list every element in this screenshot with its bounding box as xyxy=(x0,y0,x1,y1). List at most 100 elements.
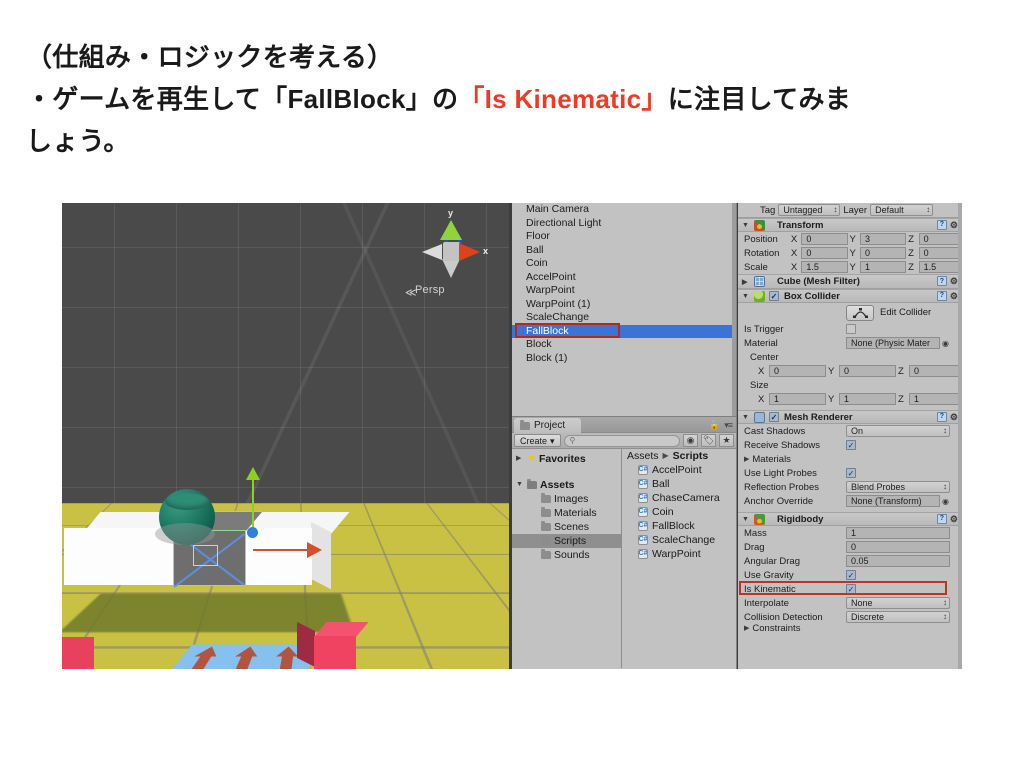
panel-menu-icon[interactable]: ▾≡ xyxy=(724,420,733,431)
project-asset-item-warppoint[interactable]: C# WarpPoint xyxy=(622,547,736,561)
axis-gizmo-x-cone[interactable] xyxy=(459,243,480,261)
accel-point-pad[interactable] xyxy=(170,644,311,669)
project-asset-item-coin[interactable]: C# Coin xyxy=(622,505,736,519)
hierarchy-item-warppoint[interactable]: WarpPoint xyxy=(512,284,736,298)
rotation-z-field[interactable]: 0 xyxy=(918,247,962,259)
foldout-triangle-icon[interactable]: ▼ xyxy=(516,478,524,492)
project-tree-item-favorites[interactable]: ▶ ★ Favorites xyxy=(512,452,621,466)
hierarchy-item-block[interactable]: Block xyxy=(512,338,736,352)
move-gizmo-y-axis[interactable] xyxy=(252,475,254,531)
foldout-triangle-icon[interactable]: ▶ xyxy=(742,278,750,286)
create-button[interactable]: Create ▾ xyxy=(514,434,561,447)
rotation-y-field[interactable]: 0 xyxy=(859,247,907,259)
project-asset-item-scalechange[interactable]: C# ScaleChange xyxy=(622,533,736,547)
project-asset-item-ball[interactable]: C# Ball xyxy=(622,477,736,491)
tag-dropdown[interactable]: Untagged xyxy=(778,204,841,216)
inspector-scrollbar[interactable] xyxy=(958,203,962,669)
help-icon[interactable]: ? xyxy=(936,290,947,301)
use-light-probes-checkbox[interactable]: ✓ xyxy=(846,468,856,478)
is-kinematic-checkbox[interactable]: ✓ xyxy=(846,584,856,594)
object-picker-icon[interactable]: ◉ xyxy=(942,497,949,506)
axis-gizmo-y-cone[interactable] xyxy=(440,220,462,240)
foldout-triangle-icon[interactable]: ▼ xyxy=(742,222,750,229)
tab-project[interactable]: Project xyxy=(514,418,582,433)
is-trigger-checkbox[interactable]: ✓ xyxy=(846,324,856,334)
hierarchy-item-warppoint-1[interactable]: WarpPoint (1) xyxy=(512,298,736,312)
hierarchy-item-fallblock[interactable]: FallBlock xyxy=(512,324,736,338)
gear-icon[interactable]: ⚙ xyxy=(950,412,958,423)
cast-shadows-dropdown[interactable]: On xyxy=(846,425,950,437)
center-x-field[interactable]: 0 xyxy=(769,365,826,377)
project-tree-item-sounds[interactable]: Sounds xyxy=(512,548,621,562)
hierarchy-item-scalechange[interactable]: ScaleChange xyxy=(512,311,736,325)
reflection-probes-dropdown[interactable]: Blend Probes xyxy=(846,481,950,493)
foldout-triangle-icon[interactable]: ▼ xyxy=(742,293,750,300)
component-header-box-collider[interactable]: ▼ ✓ Box Collider ? ⚙ xyxy=(738,289,962,303)
project-asset-item-fallblock[interactable]: C# FallBlock xyxy=(622,519,736,533)
red-block-right[interactable] xyxy=(314,636,356,669)
scale-z-field[interactable]: 1.5 xyxy=(918,261,962,273)
scene-view[interactable]: y x ≪ Persp xyxy=(62,203,509,669)
filter-by-label-icon[interactable]: 🏷 xyxy=(701,434,716,447)
gear-icon[interactable]: ⚙ xyxy=(950,291,958,302)
foldout-triangle-icon[interactable]: ▼ xyxy=(742,516,750,523)
collision-detection-dropdown[interactable]: Discrete xyxy=(846,611,950,623)
position-x-field[interactable]: 0 xyxy=(801,233,848,245)
gear-icon[interactable]: ⚙ xyxy=(950,514,958,525)
hierarchy-item-accelpoint[interactable]: AccelPoint xyxy=(512,271,736,285)
use-gravity-checkbox[interactable]: ✓ xyxy=(846,570,856,580)
lock-icon[interactable]: 🔒 xyxy=(709,420,720,431)
hierarchy-item-main-camera[interactable]: Main Camera xyxy=(512,203,736,217)
project-asset-item-accelpoint[interactable]: C# AccelPoint xyxy=(622,463,736,477)
breadcrumb-item-assets[interactable]: Assets xyxy=(627,449,659,463)
foldout-triangle-icon[interactable]: ▶ xyxy=(516,452,524,466)
component-header-transform[interactable]: ▼ Transform ? ⚙ xyxy=(738,218,962,232)
gear-icon[interactable]: ⚙ xyxy=(950,276,958,287)
foldout-triangle-icon[interactable]: ▶ xyxy=(744,455,749,463)
cube-scale-handle[interactable] xyxy=(193,545,218,566)
project-tree-item-assets[interactable]: ▼ Assets xyxy=(512,478,621,492)
component-header-mesh-renderer[interactable]: ▼ ✓ Mesh Renderer ? ⚙ xyxy=(738,410,962,424)
constraints-row[interactable]: ▶ Constraints xyxy=(738,624,962,632)
mesh-renderer-enabled-checkbox[interactable]: ✓ xyxy=(769,412,779,422)
position-z-field[interactable]: 0 xyxy=(918,233,962,245)
red-block-left[interactable] xyxy=(62,637,94,669)
project-asset-item-chasecamera[interactable]: C# ChaseCamera xyxy=(622,491,736,505)
project-tree-item-scenes[interactable]: Scenes xyxy=(512,520,621,534)
project-tree-item-scripts[interactable]: Scripts xyxy=(512,534,621,548)
anchor-override-field[interactable]: None (Transform) xyxy=(846,495,940,507)
receive-shadows-checkbox[interactable]: ✓ xyxy=(846,440,856,450)
box-collider-enabled-checkbox[interactable]: ✓ xyxy=(769,291,779,301)
component-header-mesh-filter[interactable]: ▶ Cube (Mesh Filter) ? ⚙ xyxy=(738,274,962,289)
hierarchy-scrollbar[interactable] xyxy=(732,203,736,416)
breadcrumb-item-scripts[interactable]: Scripts xyxy=(673,449,709,463)
hierarchy-item-ball[interactable]: Ball xyxy=(512,244,736,258)
perspective-label[interactable]: Persp xyxy=(415,284,445,296)
rotation-x-field[interactable]: 0 xyxy=(801,247,848,259)
scene-view-axis-gizmo[interactable]: y x ≪ Persp xyxy=(405,208,499,304)
center-y-field[interactable]: 0 xyxy=(839,365,896,377)
angular-drag-field[interactable]: 0.05 xyxy=(846,555,950,567)
gear-icon[interactable]: ⚙ xyxy=(950,220,958,231)
move-gizmo-x-arrow[interactable] xyxy=(307,542,322,558)
move-gizmo-x-axis[interactable] xyxy=(253,549,309,551)
filter-by-type-icon[interactable]: ◉ xyxy=(683,434,698,447)
axis-gizmo-hub[interactable] xyxy=(443,242,460,261)
object-picker-icon[interactable]: ◉ xyxy=(942,339,949,348)
hierarchy-item-coin[interactable]: Coin xyxy=(512,257,736,271)
move-gizmo-center-handle[interactable] xyxy=(247,527,258,538)
project-tree-item-images[interactable]: Images xyxy=(512,492,621,506)
help-icon[interactable]: ? xyxy=(936,411,947,422)
help-icon[interactable]: ? xyxy=(936,513,947,524)
interpolate-dropdown[interactable]: None xyxy=(846,597,950,609)
hierarchy-item-floor[interactable]: Floor xyxy=(512,230,736,244)
foldout-triangle-icon[interactable]: ▼ xyxy=(742,414,750,421)
hierarchy-item-directional-light[interactable]: Directional Light xyxy=(512,217,736,231)
component-header-rigidbody[interactable]: ▼ Rigidbody ? ⚙ xyxy=(738,512,962,526)
search-input[interactable]: ⚲ xyxy=(563,434,680,447)
scale-x-field[interactable]: 1.5 xyxy=(801,261,848,273)
center-z-field[interactable]: 0 xyxy=(909,365,962,377)
size-y-field[interactable]: 1 xyxy=(839,393,896,405)
project-tree-item-materials[interactable]: Materials xyxy=(512,506,621,520)
hierarchy-item-block-1[interactable]: Block (1) xyxy=(512,352,736,366)
